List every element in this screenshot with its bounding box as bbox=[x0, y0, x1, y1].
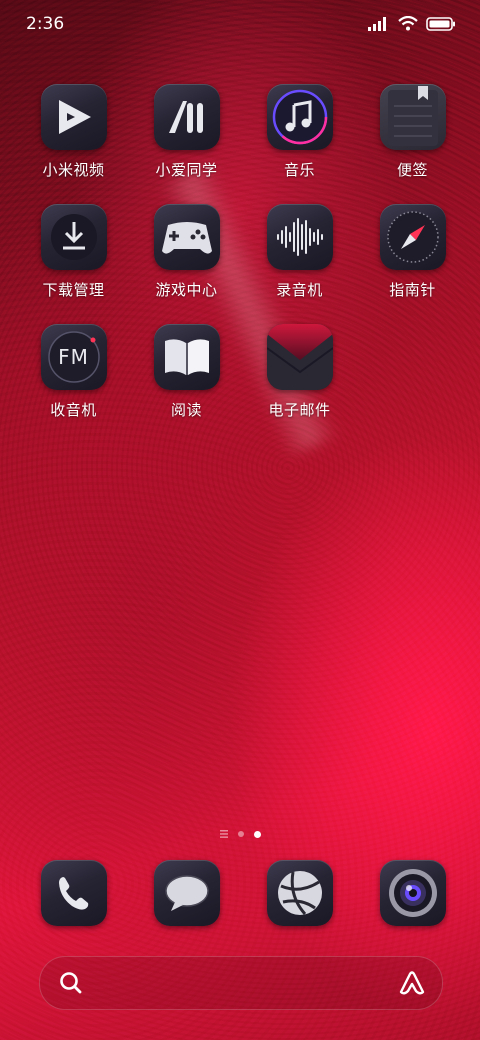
app-label: 电子邮件 bbox=[268, 401, 331, 419]
search-icon bbox=[60, 972, 82, 994]
page-dot-active bbox=[253, 830, 261, 838]
camera-icon bbox=[379, 860, 446, 926]
app-label: 便签 bbox=[396, 161, 428, 179]
app-label: 下载管理 bbox=[42, 281, 105, 299]
dock-messages[interactable] bbox=[130, 860, 243, 926]
wifi-icon bbox=[398, 16, 418, 31]
phone-icon bbox=[40, 860, 107, 926]
app-label: 录音机 bbox=[276, 281, 323, 299]
fm-label: FM bbox=[58, 345, 89, 369]
dock-browser[interactable] bbox=[243, 860, 356, 926]
message-icon bbox=[153, 860, 220, 926]
app-email[interactable]: 电子邮件 bbox=[243, 324, 356, 420]
app-label: 音乐 bbox=[283, 161, 315, 179]
app-mi-video[interactable]: 小米视频 bbox=[17, 84, 130, 180]
dock bbox=[0, 860, 480, 926]
list-page-icon bbox=[219, 830, 228, 838]
waveform-icon bbox=[266, 204, 333, 270]
app-xiaoai[interactable]: 小爱同学 bbox=[130, 84, 243, 180]
status-time: 2:36 bbox=[26, 14, 65, 34]
compass-icon bbox=[379, 204, 446, 270]
app-label: 小米视频 bbox=[42, 161, 105, 179]
notes-icon bbox=[379, 84, 446, 150]
dock-camera[interactable] bbox=[356, 860, 469, 926]
page-indicator[interactable] bbox=[0, 830, 480, 838]
app-grid: 小米视频 小爱同学 音乐 便签 下载管理 游戏中心 录音机 指南针 FM 收音机… bbox=[0, 84, 480, 420]
app-game-center[interactable]: 游戏中心 bbox=[130, 204, 243, 300]
app-label: 游戏中心 bbox=[155, 281, 218, 299]
app-radio[interactable]: FM 收音机 bbox=[17, 324, 130, 420]
battery-icon bbox=[426, 16, 455, 31]
status-bar: 2:36 bbox=[0, 0, 480, 50]
book-icon bbox=[153, 324, 220, 390]
page-dot bbox=[237, 831, 244, 837]
video-play-icon bbox=[40, 84, 107, 150]
assistant-icon[interactable] bbox=[398, 970, 426, 996]
fm-radio-icon: FM bbox=[40, 324, 107, 390]
status-icons bbox=[368, 16, 456, 31]
app-notes[interactable]: 便签 bbox=[356, 84, 469, 180]
app-reading[interactable]: 阅读 bbox=[130, 324, 243, 420]
signal-icon bbox=[368, 16, 386, 31]
gamepad-icon bbox=[153, 204, 220, 270]
app-label: 阅读 bbox=[170, 401, 202, 419]
music-note-icon bbox=[266, 84, 333, 150]
app-label: 收音机 bbox=[50, 401, 97, 419]
download-icon bbox=[40, 204, 107, 270]
dock-phone[interactable] bbox=[17, 860, 130, 926]
browser-icon bbox=[266, 860, 333, 926]
app-recorder[interactable]: 录音机 bbox=[243, 204, 356, 300]
app-compass[interactable]: 指南针 bbox=[356, 204, 469, 300]
app-music[interactable]: 音乐 bbox=[243, 84, 356, 180]
xiaoai-icon bbox=[153, 84, 220, 150]
app-downloads[interactable]: 下载管理 bbox=[17, 204, 130, 300]
email-icon bbox=[266, 324, 333, 390]
app-label: 指南针 bbox=[389, 281, 436, 299]
search-bar[interactable] bbox=[39, 956, 443, 1010]
app-label: 小爱同学 bbox=[155, 161, 218, 179]
